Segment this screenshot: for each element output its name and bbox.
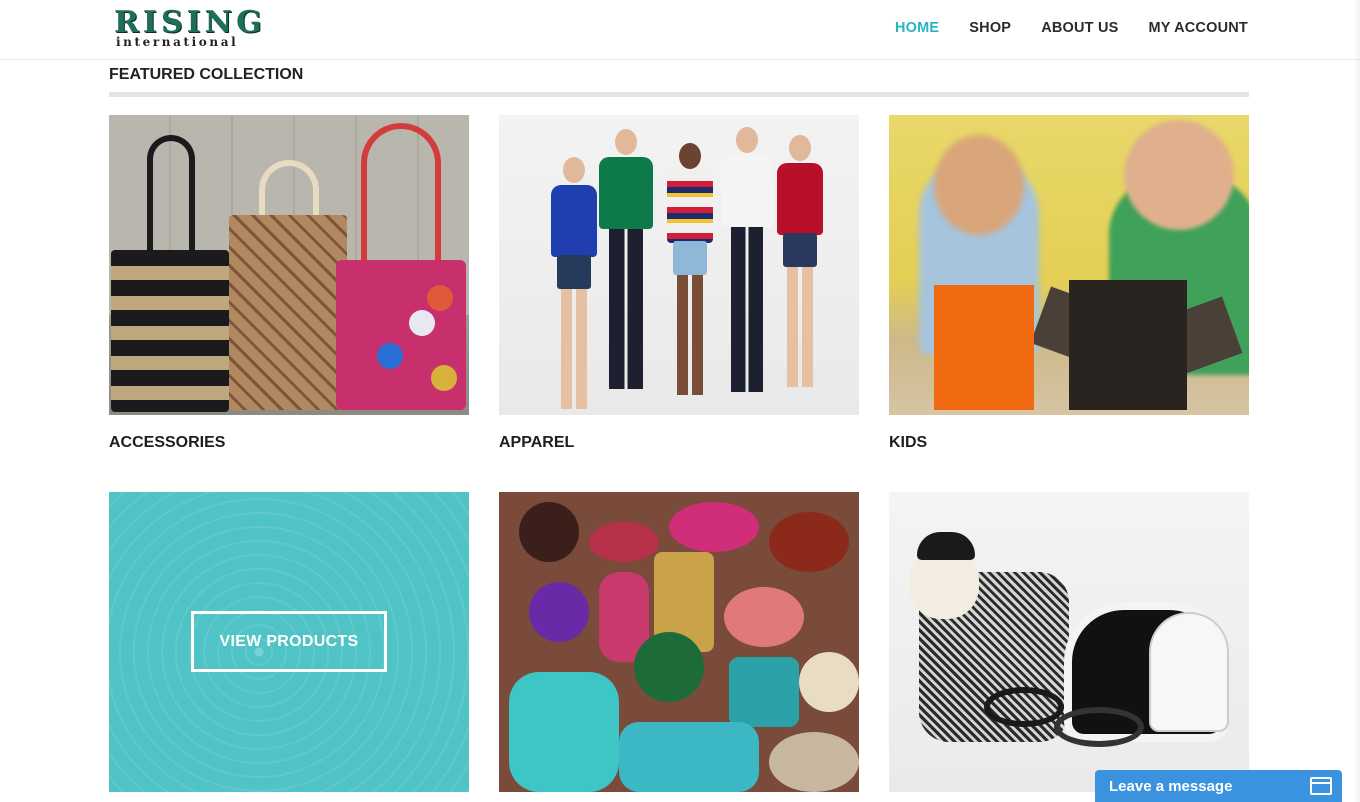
view-products-button[interactable]: VIEW PRODUCTS <box>191 611 387 672</box>
apparel-image[interactable] <box>499 115 859 415</box>
jewelry-image[interactable] <box>499 492 859 792</box>
flower-decoration <box>377 343 403 369</box>
bead <box>634 632 704 702</box>
bead <box>724 587 804 647</box>
apparel-label[interactable]: APPAREL <box>499 434 574 452</box>
bead <box>619 722 759 792</box>
logo-sub-text: international <box>116 35 239 49</box>
logo-main-text: RISING <box>114 5 266 40</box>
scroll-edge <box>1354 0 1360 802</box>
bead <box>519 502 579 562</box>
child-head <box>1124 120 1234 230</box>
flower-decoration <box>409 310 435 336</box>
nav-my-account[interactable]: MY ACCOUNT <box>1149 20 1248 36</box>
nav-about-us[interactable]: ABOUT US <box>1041 20 1118 36</box>
leave-message-widget[interactable]: Leave a message <box>1095 770 1342 802</box>
bead <box>529 582 589 642</box>
pet-collar <box>1054 707 1144 747</box>
accessories-image[interactable] <box>109 115 469 415</box>
nav-home[interactable]: HOME <box>895 20 939 36</box>
flower-decoration <box>431 365 457 391</box>
kids-label[interactable]: KIDS <box>889 434 927 452</box>
flower-decoration <box>427 285 453 311</box>
pumpkin-bag <box>934 285 1034 410</box>
bead <box>509 672 619 792</box>
bag-handle <box>259 160 319 220</box>
bead <box>669 502 759 552</box>
pet-collar <box>984 687 1064 727</box>
main-nav: HOME SHOP ABOUT US MY ACCOUNT <box>895 20 1248 36</box>
bag-handle <box>147 135 195 255</box>
kids-image[interactable] <box>889 115 1249 415</box>
chat-label: Leave a message <box>1109 777 1233 795</box>
logo[interactable]: RISING international <box>112 8 272 50</box>
section-title: FEATURED COLLECTION <box>109 66 304 83</box>
patterned-bag <box>229 215 347 410</box>
bead <box>769 732 859 792</box>
child-head <box>934 135 1024 235</box>
section-divider <box>109 92 1249 97</box>
dog-cap <box>917 532 975 560</box>
bag-handle <box>361 123 441 268</box>
pet-accessories-image[interactable] <box>889 492 1249 792</box>
bat-bag <box>1069 280 1187 410</box>
site-header: RISING international HOME SHOP ABOUT US … <box>0 0 1360 60</box>
pet-carrier-panel <box>1149 612 1229 732</box>
chat-window-icon[interactable] <box>1310 777 1332 795</box>
bead <box>769 512 849 572</box>
view-products-tile[interactable]: VIEW PRODUCTS <box>109 492 469 792</box>
bead <box>589 522 659 562</box>
bead <box>799 652 859 712</box>
nav-shop[interactable]: SHOP <box>969 20 1011 36</box>
bead <box>729 657 799 727</box>
accessories-label[interactable]: ACCESSORIES <box>109 434 225 452</box>
striped-bag <box>111 250 229 412</box>
